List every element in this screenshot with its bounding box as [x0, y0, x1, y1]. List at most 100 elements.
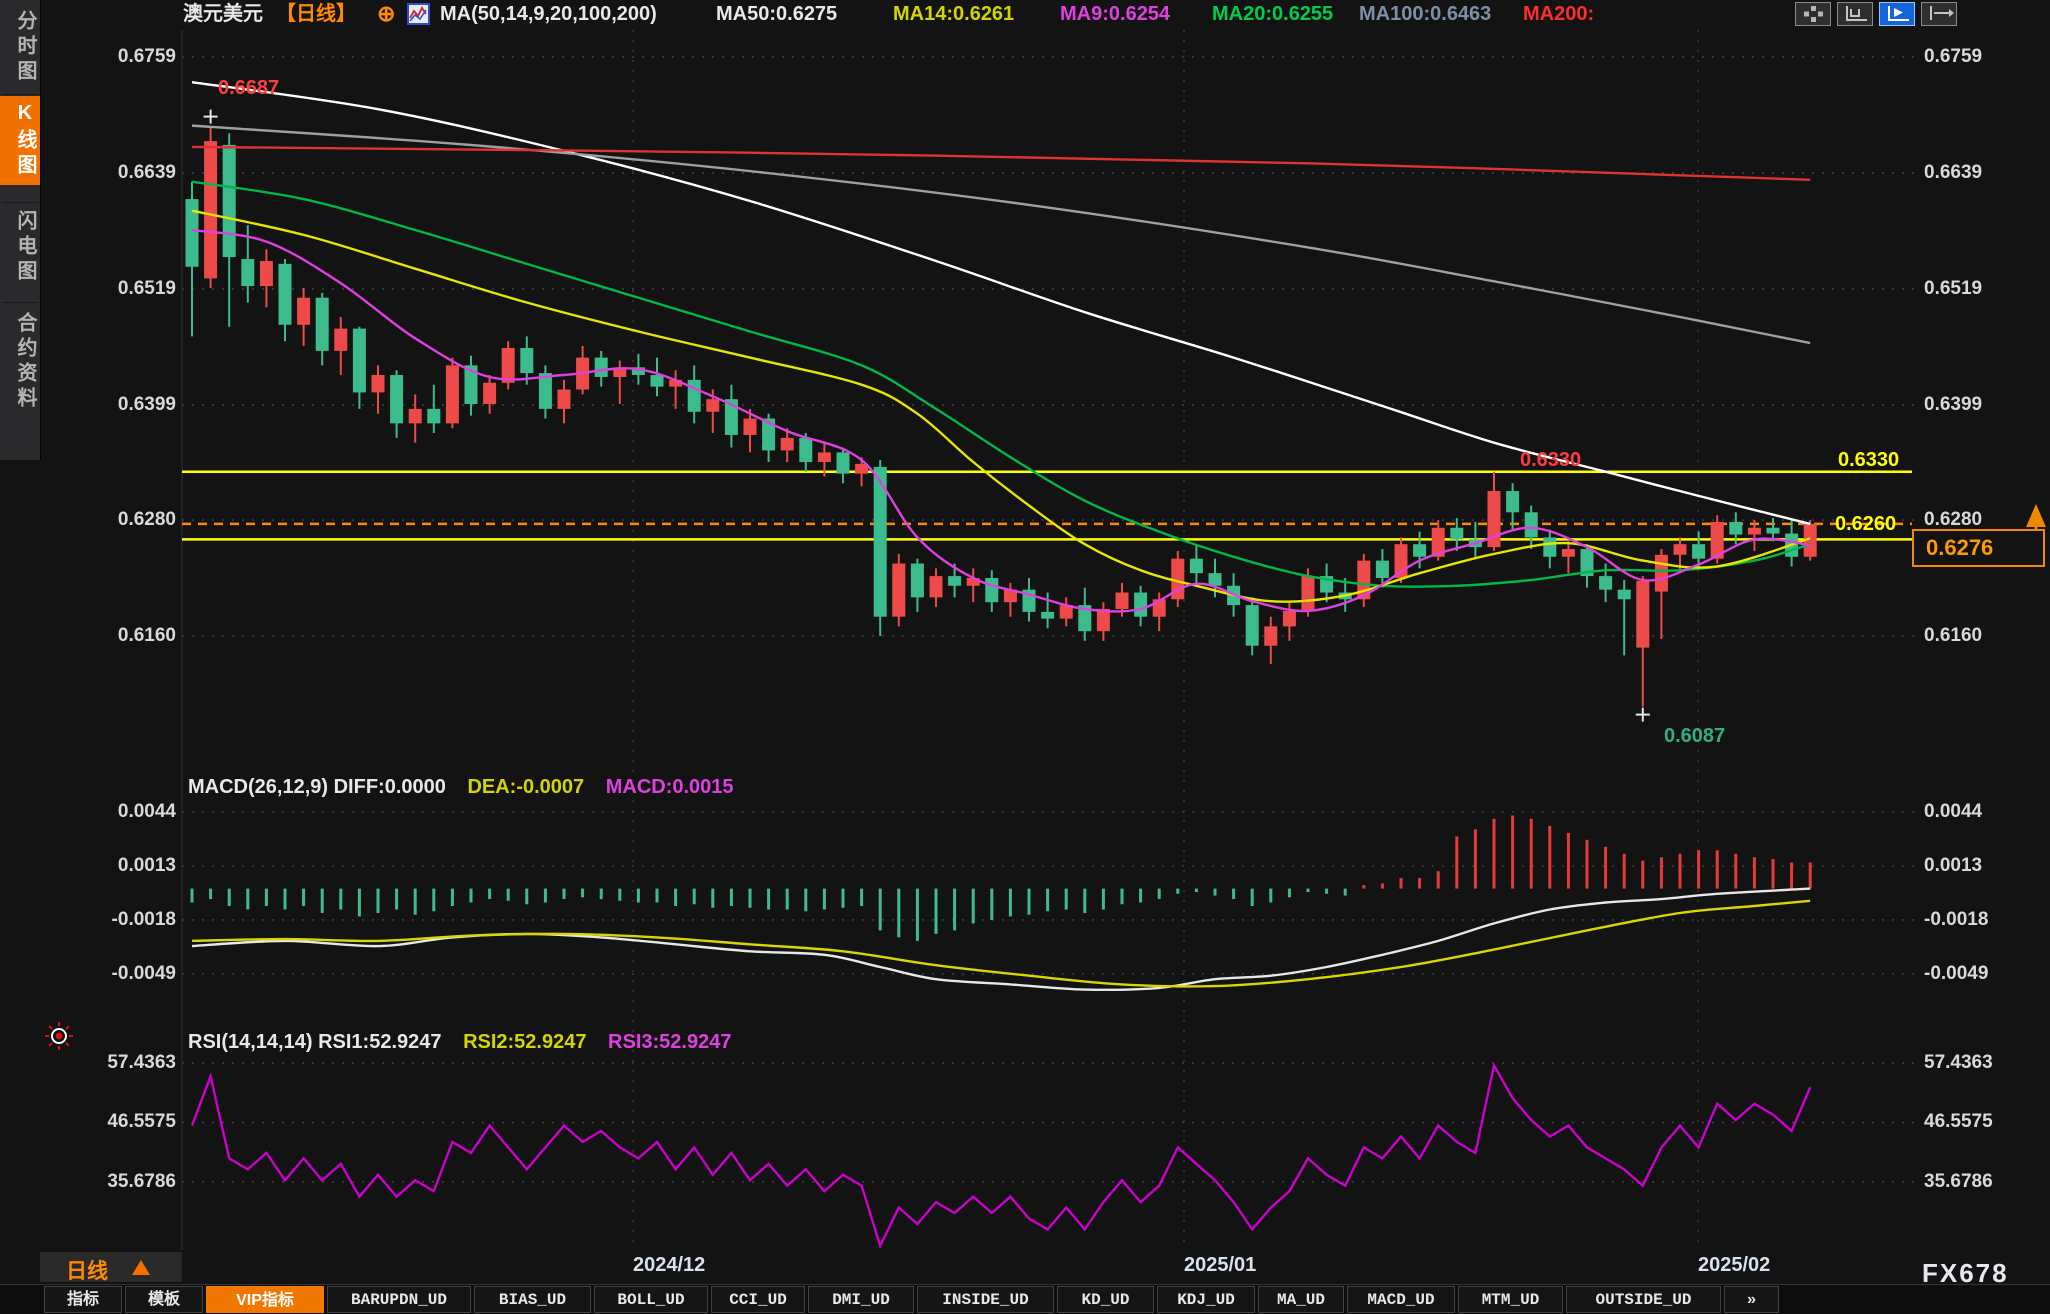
rsi3-value: RSI3:52.9247 — [608, 1031, 731, 1053]
macd-axis-label-left: 0.0013 — [82, 854, 176, 878]
candle-body — [892, 564, 905, 617]
macd-axis-label-right: 0.0044 — [1924, 800, 2034, 824]
candle-body — [1283, 611, 1296, 626]
triangle-up-icon[interactable] — [132, 1260, 150, 1275]
tab-dmi_ud[interactable]: DMI_UD — [808, 1286, 914, 1313]
chart-application: 分时图 K线图 闪电图 合约资料 澳元美元 【日线】 ⊕ MA(50,14,9,… — [0, 0, 2050, 1314]
candle-body — [985, 578, 998, 602]
candle-body — [353, 329, 366, 393]
candle-body — [1525, 512, 1538, 537]
tab-kd_ud[interactable]: KD_UD — [1057, 1286, 1154, 1313]
macd-macd-value: MACD:0.0015 — [606, 776, 734, 798]
sidebar-item-contract-info[interactable]: 合约资料 — [0, 306, 40, 418]
rsi-axis-label-left: 46.5575 — [82, 1110, 176, 1134]
candle-body — [483, 383, 496, 404]
macd-axis-label-left: 0.0044 — [82, 800, 176, 824]
candle-body — [241, 259, 254, 286]
ma200-value: MA200: — [1523, 2, 1594, 26]
ma14-value: MA14:0.6261 — [893, 2, 1014, 26]
tab-mtm_ud[interactable]: MTM_UD — [1458, 1286, 1563, 1313]
candle-body — [186, 199, 199, 267]
candle-body — [1246, 605, 1259, 646]
candle-body — [279, 264, 292, 325]
candle-body — [1376, 561, 1389, 578]
price-axis-label-right: 0.6399 — [1924, 393, 2034, 417]
tab-barupdn_ud[interactable]: BARUPDN_UD — [327, 1286, 471, 1313]
candle-body — [1636, 581, 1649, 648]
candle-body — [837, 452, 850, 473]
period-label[interactable]: 日线 — [66, 1255, 108, 1285]
ma50-value: MA50:0.6275 — [716, 2, 837, 26]
sidebar-item-time-chart[interactable]: 分时图 — [0, 4, 40, 91]
x-axis-date-1: 2024/12 — [633, 1254, 705, 1277]
axis-shift-button[interactable] — [1921, 2, 1957, 26]
candle-body — [1729, 522, 1742, 535]
sidebar-item-kline-chart[interactable]: K线图 — [0, 96, 40, 185]
axis-shift-icon — [1922, 3, 1956, 25]
tab-macd_ud[interactable]: MACD_UD — [1347, 1286, 1455, 1313]
rsi-axis-label-right: 35.6786 — [1924, 1170, 2034, 1194]
candle-body — [799, 438, 812, 462]
sidebar-item-lightning-chart[interactable]: 闪电图 — [0, 204, 40, 291]
rsi-axis-label-left: 57.4363 — [82, 1051, 176, 1075]
candle-body — [1748, 528, 1761, 535]
indicator-tab-bar: 指标模板VIP指标BARUPDN_UDBIAS_UDBOLL_UDCCI_UDD… — [0, 1284, 2050, 1314]
tab-模板[interactable]: 模板 — [125, 1286, 203, 1313]
tab-overflow-more[interactable]: » — [1724, 1286, 1779, 1313]
chart-header: 澳元美元 【日线】 ⊕ MA(50,14,9,20,100,200) MA50:… — [41, 0, 2050, 28]
candle-body — [744, 419, 757, 435]
candle-body — [1190, 559, 1203, 573]
macd-axis-label-left: -0.0049 — [82, 962, 176, 986]
tab-cci_ud[interactable]: CCI_UD — [711, 1286, 805, 1313]
symbol-name: 澳元美元 — [183, 2, 263, 26]
macd-dea-line — [192, 901, 1810, 987]
swing-low-label: 0.6087 — [1664, 724, 1725, 748]
candle-body — [1674, 544, 1687, 555]
candle-body — [781, 438, 794, 451]
sidebar-separator — [2, 94, 38, 95]
macd-axis-label-left: -0.0018 — [82, 908, 176, 932]
rsi2-value: RSI2:52.9247 — [463, 1031, 586, 1053]
candle-body — [446, 365, 459, 423]
macd-dea-value: DEA:-0.0007 — [467, 776, 584, 798]
candle-body — [688, 380, 701, 412]
tab-ma_ud[interactable]: MA_UD — [1258, 1286, 1344, 1313]
candle-body — [1618, 590, 1631, 600]
chart-type-icon[interactable] — [407, 3, 430, 25]
candle-body — [1655, 555, 1668, 592]
candle-body — [818, 452, 831, 462]
candle-body — [1041, 612, 1054, 619]
grid-tool-button[interactable] — [1795, 2, 1831, 26]
price-axis-label-left: 0.6399 — [82, 393, 176, 417]
tab-outside_ud[interactable]: OUTSIDE_UD — [1566, 1286, 1721, 1313]
price-axis-label-left: 0.6160 — [82, 624, 176, 648]
price-axis-label-left: 0.6759 — [82, 45, 176, 69]
price-axis-label-left: 0.6639 — [82, 161, 176, 185]
tab-vip指标[interactable]: VIP指标 — [206, 1286, 324, 1313]
axis-play-button[interactable] — [1879, 2, 1915, 26]
ma-line-ma200 — [192, 147, 1810, 180]
chart-canvas[interactable] — [0, 0, 2050, 1314]
candle-body — [1599, 576, 1612, 590]
candle-body — [930, 576, 943, 597]
target-icon[interactable]: ⊕ — [377, 2, 395, 26]
x-axis-date-3: 2025/02 — [1698, 1254, 1770, 1277]
alert-icon — [66, 1026, 69, 1029]
tab-bias_ud[interactable]: BIAS_UD — [474, 1286, 591, 1313]
tab-inside_ud[interactable]: INSIDE_UD — [917, 1286, 1054, 1313]
candle-body — [706, 399, 719, 412]
candle-body — [297, 298, 310, 325]
tab-指标[interactable]: 指标 — [44, 1286, 122, 1313]
tab-kdj_ud[interactable]: KDJ_UD — [1157, 1286, 1255, 1313]
candle-body — [502, 348, 515, 383]
tab-boll_ud[interactable]: BOLL_UD — [594, 1286, 708, 1313]
price-axis-label-right: 0.6639 — [1924, 161, 2034, 185]
ma20-value: MA20:0.6255 — [1212, 2, 1333, 26]
resistance-level-label-right: 0.6330 — [1838, 448, 1899, 472]
candle-body — [911, 564, 924, 598]
period-tag[interactable]: 【日线】 — [276, 2, 356, 26]
rsi-axis-label-left: 35.6786 — [82, 1170, 176, 1194]
candle-body — [948, 576, 961, 586]
rsi-line — [192, 1065, 1810, 1245]
axis-scale-button[interactable] — [1837, 2, 1873, 26]
